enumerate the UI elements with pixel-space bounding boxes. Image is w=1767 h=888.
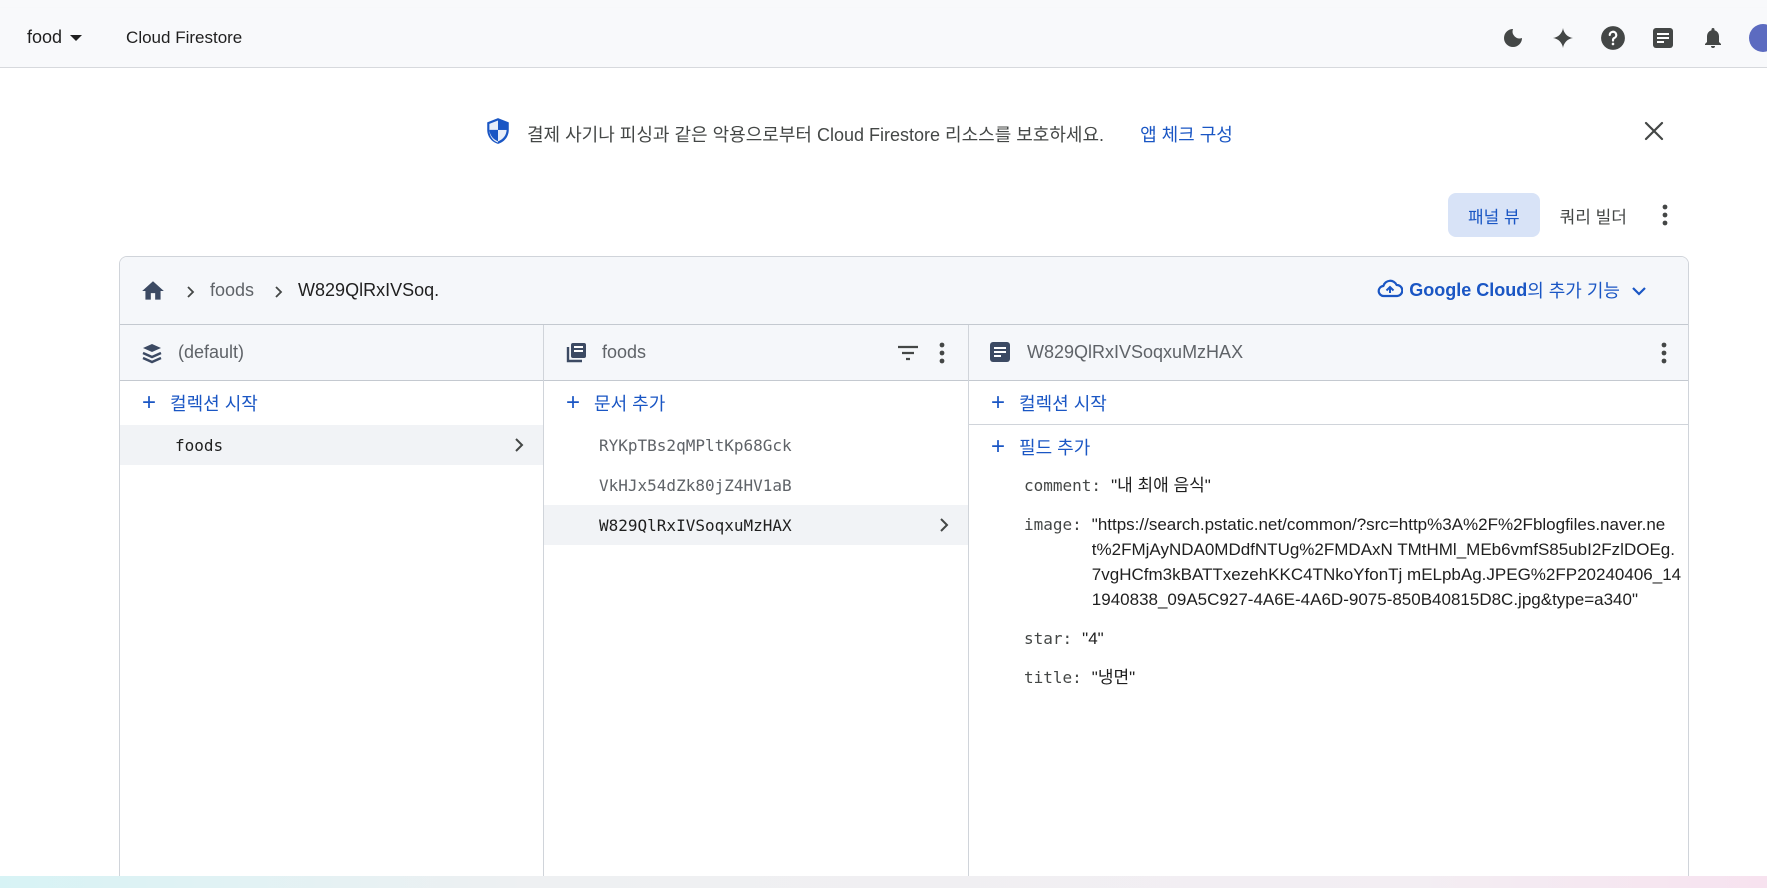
top-app-bar: food Cloud Firestore xyxy=(0,8,1767,68)
field-value: "냉면" xyxy=(1091,668,1136,687)
chevron-right-icon xyxy=(511,437,527,453)
top-actions xyxy=(1499,8,1767,68)
start-collection-label: 컬렉션 시작 xyxy=(170,394,258,414)
google-cloud-extras-button[interactable]: Google Cloud 의 추가 기능 xyxy=(1377,277,1646,303)
chevron-right-icon xyxy=(184,285,196,298)
collection-column: foods + 문서 추가 RYKpTBs2qMPltKp68Gck VkHJx… xyxy=(544,325,969,887)
field-value: "4" xyxy=(1082,629,1104,648)
document-id: W829QlRxIVSoqxuMzHAX xyxy=(599,515,792,535)
data-panel: foods W829QlRxIVSoq. Google Cloud 의 추가 기… xyxy=(119,256,1689,888)
view-tabs: 패널 뷰 쿼리 빌더 xyxy=(1448,193,1677,237)
database-column-header: (default) xyxy=(120,325,543,381)
field-value: "내 최애 음식" xyxy=(1111,476,1211,495)
configure-app-check-link[interactable]: 앱 체크 구성 xyxy=(1140,121,1233,147)
home-icon[interactable] xyxy=(140,278,166,304)
product-title: Cloud Firestore xyxy=(126,27,243,47)
plus-icon: + xyxy=(991,433,1006,460)
field-row[interactable]: star: "4" xyxy=(1024,626,1688,651)
collection-item-label: foods xyxy=(175,435,224,455)
database-title: (default) xyxy=(178,342,245,362)
release-notes-icon[interactable] xyxy=(1649,24,1677,52)
start-subcollection-button[interactable]: + 컬렉션 시작 xyxy=(969,381,1688,425)
database-column: (default) + 컬렉션 시작 foods xyxy=(120,325,544,887)
document-icon xyxy=(989,341,1013,365)
gcloud-suffix: 의 추가 기능 xyxy=(1527,281,1620,301)
add-field-button[interactable]: + 필드 추가 xyxy=(969,425,1688,469)
field-key: image: xyxy=(1024,515,1082,534)
document-item-selected[interactable]: W829QlRxIVSoqxuMzHAX xyxy=(544,505,968,545)
more-vert-icon[interactable] xyxy=(1653,203,1677,227)
close-icon[interactable] xyxy=(1643,120,1665,142)
caret-down-icon xyxy=(70,34,83,41)
project-name: food xyxy=(27,27,63,47)
notifications-icon[interactable] xyxy=(1699,24,1727,52)
breadcrumb: foods W829QlRxIVSoq. Google Cloud 의 추가 기… xyxy=(120,257,1688,325)
start-collection-button[interactable]: + 컬렉션 시작 xyxy=(120,381,543,425)
document-id: VkHJx54dZk80jZ4HV1aB xyxy=(599,475,792,495)
field-row[interactable]: comment: "내 최애 음식" xyxy=(1024,473,1688,498)
document-column-header: W829QlRxIVSoqxuMzHAX xyxy=(969,325,1688,381)
document-title: W829QlRxIVSoqxuMzHAX xyxy=(1027,342,1244,362)
cloud-icon xyxy=(1377,278,1404,303)
firestore-data-area: 패널 뷰 쿼리 빌더 foods W829QlRxIVSoq. Google C… xyxy=(0,193,1767,888)
add-document-label: 문서 추가 xyxy=(594,394,666,414)
firestore-database-icon xyxy=(140,341,164,365)
plus-icon: + xyxy=(566,389,581,416)
document-item[interactable]: VkHJx54dZk80jZ4HV1aB xyxy=(544,465,968,505)
breadcrumb-item-foods[interactable]: foods xyxy=(210,280,254,301)
field-key: star: xyxy=(1024,629,1073,648)
gemini-sparkle-icon[interactable] xyxy=(1549,24,1577,52)
app-check-banner: 결제 사기나 피싱과 같은 악용으로부터 Cloud Firestore 리소스… xyxy=(0,68,1767,194)
more-vert-icon[interactable] xyxy=(930,341,954,365)
add-document-button[interactable]: + 문서 추가 xyxy=(544,381,968,425)
document-header-actions xyxy=(1642,341,1676,365)
document-fields: comment: "내 최애 음식" image: "https://searc… xyxy=(969,469,1688,690)
breadcrumb-item-document[interactable]: W829QlRxIVSoq. xyxy=(298,280,439,301)
add-field-label: 필드 추가 xyxy=(1019,438,1091,458)
field-key: comment: xyxy=(1024,476,1102,495)
field-row[interactable]: title: "냉면" xyxy=(1024,665,1688,690)
tab-query-builder[interactable]: 쿼리 빌더 xyxy=(1540,193,1647,237)
tab-panel-view[interactable]: 패널 뷰 xyxy=(1448,193,1540,237)
banner-content: 결제 사기나 피싱과 같은 악용으로부터 Cloud Firestore 리소스… xyxy=(485,117,1233,150)
collection-column-header: foods xyxy=(544,325,968,381)
field-row[interactable]: image: "https://search.pstatic.net/commo… xyxy=(1024,512,1688,612)
plus-icon: + xyxy=(991,388,1006,416)
project-selector[interactable]: food xyxy=(27,27,83,48)
document-column: W829QlRxIVSoqxuMzHAX + 컬렉션 시작 + 필드 추가 co… xyxy=(969,325,1688,887)
shield-icon xyxy=(485,117,511,150)
chevron-right-icon xyxy=(272,285,284,298)
collection-item-foods[interactable]: foods xyxy=(120,425,543,465)
more-vert-icon[interactable] xyxy=(1652,341,1676,365)
collection-title: foods xyxy=(602,342,647,362)
filter-icon[interactable] xyxy=(896,341,920,365)
chevron-right-icon xyxy=(936,517,952,533)
help-icon[interactable] xyxy=(1599,24,1627,52)
bottom-edge-strip xyxy=(0,876,1767,888)
start-subcollection-label: 컬렉션 시작 xyxy=(1019,393,1107,414)
document-item[interactable]: RYKpTBs2qMPltKp68Gck xyxy=(544,425,968,465)
dark-mode-icon[interactable] xyxy=(1499,24,1527,52)
field-value: "https://search.pstatic.net/common/?src=… xyxy=(1091,515,1682,609)
panel-columns: (default) + 컬렉션 시작 foods foods + 문서 추가 R… xyxy=(120,325,1688,887)
gcloud-brand: Google Cloud xyxy=(1409,279,1528,300)
collection-icon xyxy=(564,341,588,365)
chevron-down-icon xyxy=(1632,280,1646,301)
collection-header-actions xyxy=(886,341,954,365)
plus-icon: + xyxy=(142,389,157,416)
field-key: title: xyxy=(1024,668,1082,687)
document-id: RYKpTBs2qMPltKp68Gck xyxy=(599,435,792,455)
avatar[interactable] xyxy=(1749,24,1767,52)
banner-message: 결제 사기나 피싱과 같은 악용으로부터 Cloud Firestore 리소스… xyxy=(527,124,1105,145)
